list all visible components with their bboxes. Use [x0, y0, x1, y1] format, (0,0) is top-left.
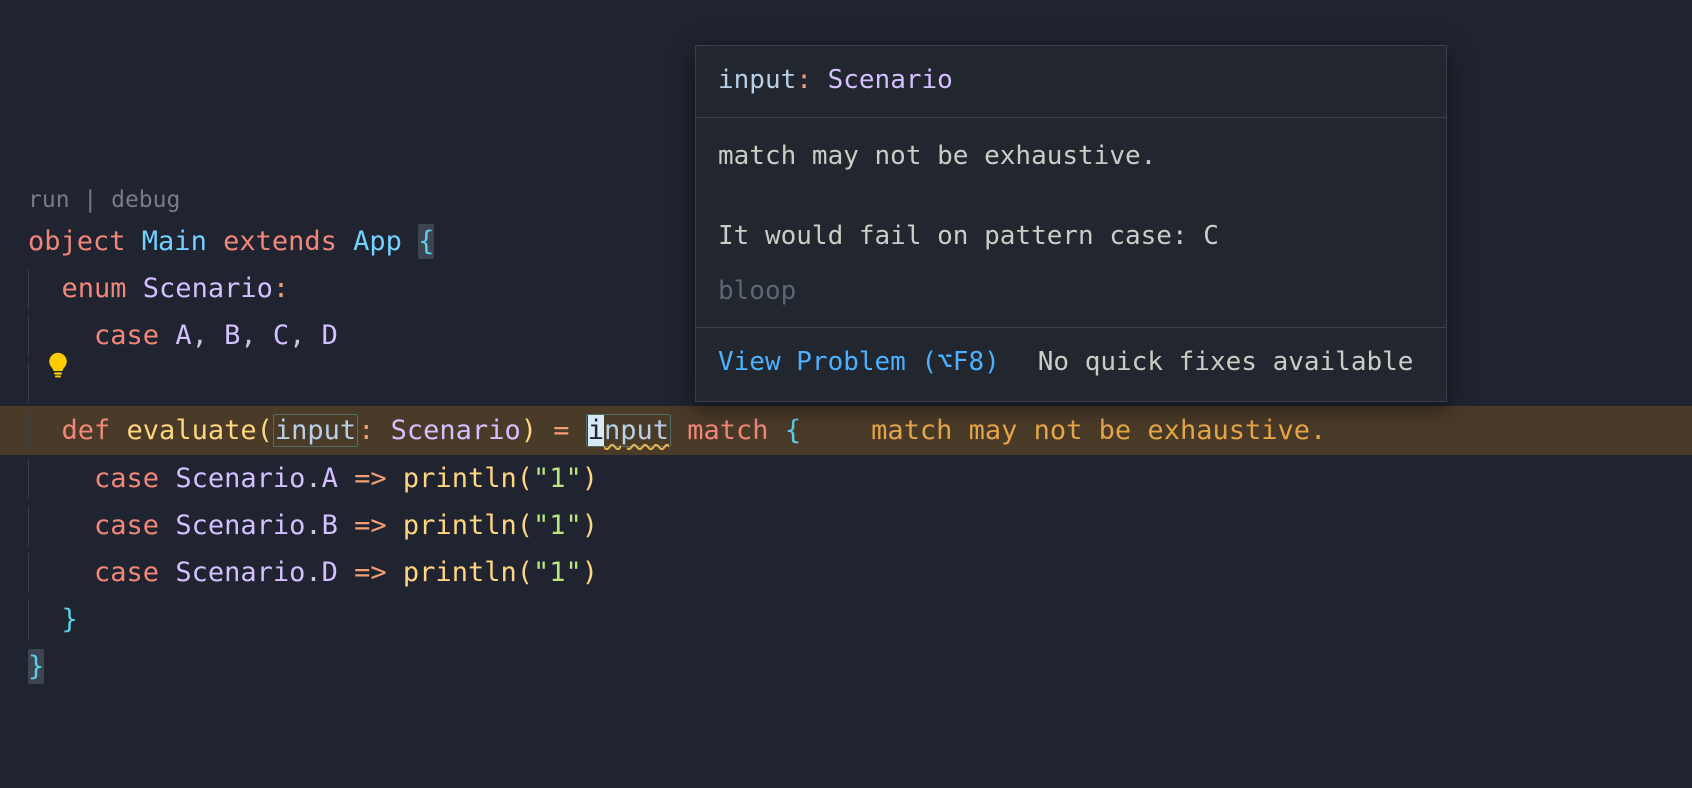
- comma: ,: [192, 320, 225, 351]
- lparen: (: [257, 415, 273, 446]
- no-quickfix-label: No quick fixes available: [1038, 338, 1414, 387]
- equals: =: [553, 415, 586, 446]
- keyword-case: case: [94, 463, 175, 494]
- codelens-sep: |: [70, 187, 112, 213]
- fn-println: println: [403, 557, 517, 588]
- lparen: (: [517, 463, 533, 494]
- lparen: (: [517, 557, 533, 588]
- fn-println: println: [403, 463, 517, 494]
- keyword-def: def: [62, 415, 127, 446]
- code-line-9[interactable]: }: [28, 596, 1664, 643]
- string-literal: "1": [533, 463, 582, 494]
- keyword-match: match: [671, 415, 785, 446]
- colon: :: [273, 273, 289, 304]
- hover-footer: View Problem (⌥F8) No quick fixes availa…: [696, 328, 1446, 401]
- code-line-5-active[interactable]: def evaluate(input: Scenario) = input ma…: [0, 406, 1692, 455]
- keyword-case: case: [94, 510, 175, 541]
- scenario-ref: Scenario: [175, 557, 305, 588]
- param-type-scenario: Scenario: [391, 415, 521, 446]
- hover-signature: input: Scenario: [696, 46, 1446, 118]
- rparen: ): [521, 415, 554, 446]
- hover-sig-param: input: [718, 65, 796, 95]
- inline-error-message: match may not be exhaustive.: [871, 415, 1326, 446]
- scenario-ref: Scenario: [175, 463, 305, 494]
- code-line-8[interactable]: case Scenario.D => println("1"): [28, 549, 1664, 596]
- codelens-debug[interactable]: debug: [111, 187, 180, 213]
- string-literal: "1": [533, 510, 582, 541]
- code-line-10[interactable]: }: [28, 643, 1664, 690]
- string-literal: "1": [533, 557, 582, 588]
- view-problem-link[interactable]: View Problem (⌥F8): [718, 338, 1000, 387]
- input-occurrence: input: [586, 414, 671, 447]
- comma: ,: [240, 320, 273, 351]
- dot: .: [305, 463, 321, 494]
- hover-message-1: match may not be exhaustive.: [718, 132, 1424, 181]
- hover-body: match may not be exhaustive. It would fa…: [696, 118, 1446, 327]
- lightbulb-icon[interactable]: [44, 351, 72, 379]
- keyword-case: case: [94, 320, 175, 351]
- keyword-extends: extends: [223, 226, 353, 257]
- rparen: ): [582, 510, 598, 541]
- keyword-object: object: [28, 226, 142, 257]
- param-input-occurrence: input: [273, 414, 358, 447]
- input-rest: nput: [604, 415, 669, 446]
- enum-c: C: [273, 320, 289, 351]
- enum-d: D: [322, 320, 338, 351]
- hover-sig-colon: :: [796, 65, 827, 95]
- dot: .: [305, 510, 321, 541]
- hover-message-2: It would fail on pattern case: C: [718, 212, 1424, 261]
- arrow: =>: [338, 557, 403, 588]
- dot: .: [305, 557, 321, 588]
- open-brace: {: [785, 415, 801, 446]
- case-a: A: [322, 463, 338, 494]
- arrow: =>: [338, 463, 403, 494]
- type-main: Main: [142, 226, 223, 257]
- code-line-6[interactable]: case Scenario.A => println("1"): [28, 455, 1664, 502]
- case-b: B: [322, 510, 338, 541]
- rparen: ): [582, 557, 598, 588]
- type-app: App: [353, 226, 418, 257]
- enum-b: B: [224, 320, 240, 351]
- method-evaluate: evaluate: [127, 415, 257, 446]
- comma: ,: [289, 320, 322, 351]
- arrow: =>: [338, 510, 403, 541]
- hover-source: bloop: [718, 267, 1424, 316]
- rparen: ): [582, 463, 598, 494]
- hover-sig-type: Scenario: [828, 65, 953, 95]
- keyword-case: case: [94, 557, 175, 588]
- fn-println: println: [403, 510, 517, 541]
- colon: :: [358, 415, 391, 446]
- open-brace: {: [418, 224, 434, 259]
- cursor-char: i: [588, 415, 604, 446]
- enum-a: A: [175, 320, 191, 351]
- type-scenario: Scenario: [143, 273, 273, 304]
- case-d: D: [322, 557, 338, 588]
- scenario-ref: Scenario: [175, 510, 305, 541]
- codelens-run[interactable]: run: [28, 187, 70, 213]
- lparen: (: [517, 510, 533, 541]
- close-brace: }: [62, 604, 78, 635]
- hover-tooltip: input: Scenario match may not be exhaust…: [695, 45, 1447, 402]
- keyword-enum: enum: [62, 273, 143, 304]
- code-line-7[interactable]: case Scenario.B => println("1"): [28, 502, 1664, 549]
- close-brace: }: [28, 649, 44, 684]
